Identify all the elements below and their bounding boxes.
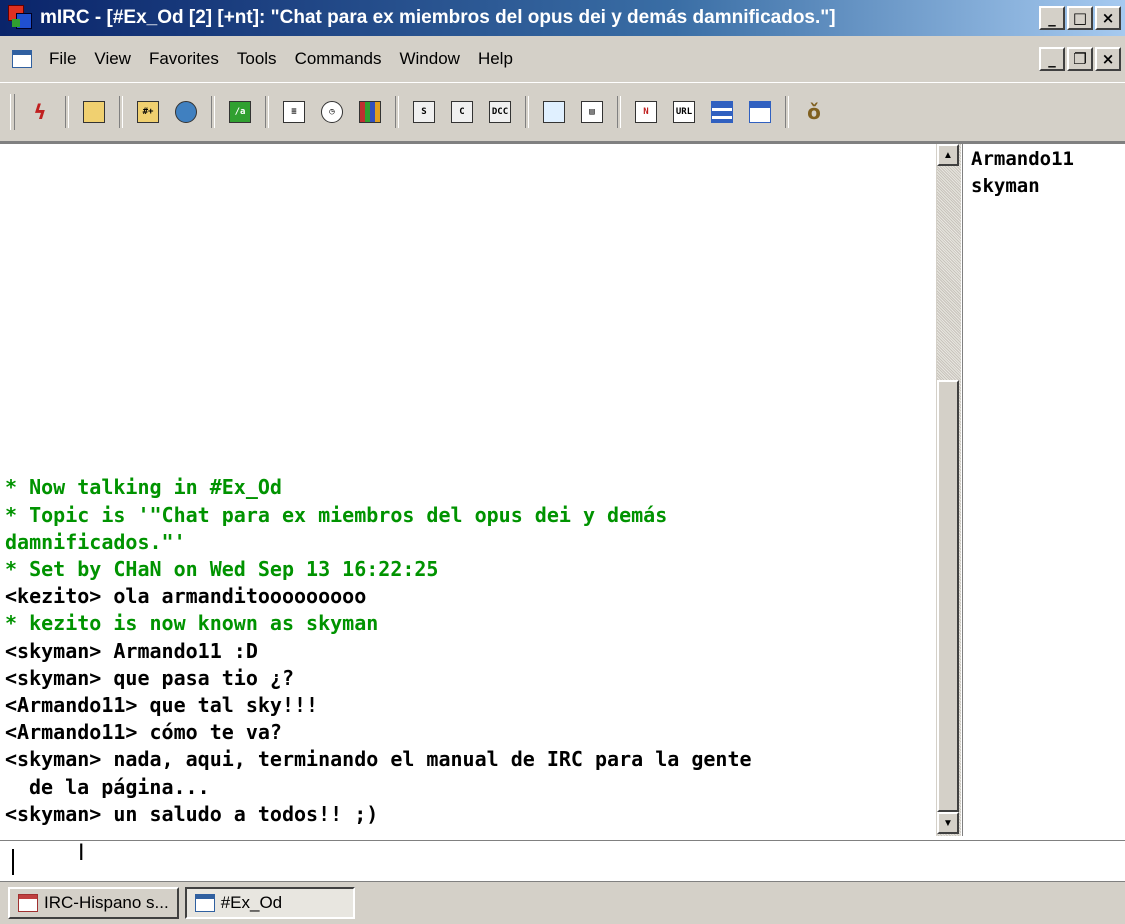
toolbar-separator: [119, 96, 123, 128]
menu-view[interactable]: View: [85, 49, 140, 69]
chat-line: * Now talking in #Ex_Od: [5, 475, 282, 500]
menu-file[interactable]: File: [40, 49, 85, 69]
channel-window-icon: [194, 894, 215, 912]
options-icon[interactable]: [78, 96, 110, 128]
channels-folder-icon[interactable]: #+: [132, 96, 164, 128]
switchbar: IRC-Hispano s... #Ex_Od: [0, 882, 1125, 924]
message-input[interactable]: [10, 847, 1114, 877]
notify-list-icon[interactable]: N: [630, 96, 662, 128]
nick-list[interactable]: Armando11 skyman: [962, 144, 1125, 836]
toolbar-separator: [265, 96, 269, 128]
chat-line: <skyman> un saludo a todos!! ;): [5, 801, 379, 826]
toolbar-grip[interactable]: [10, 94, 15, 130]
status-window-icon: [18, 894, 38, 912]
toolbar-separator: [65, 96, 69, 128]
nick-item[interactable]: skyman: [971, 173, 1125, 200]
timer-icon[interactable]: ◷: [316, 96, 348, 128]
mouse-ibeam-cursor-icon: I: [78, 841, 85, 866]
channel-window: * Now talking in #Ex_Od * Topic is '"Chat…: [0, 142, 1125, 842]
switchbar-status-window[interactable]: IRC-Hispano s...: [8, 887, 179, 919]
scroll-up-button[interactable]: ▲: [937, 144, 959, 166]
log-files-icon[interactable]: ▤: [576, 96, 608, 128]
channel-window-menu-icon[interactable]: [12, 50, 32, 68]
minimize-button[interactable]: _: [1039, 6, 1065, 30]
address-book-icon[interactable]: ≡: [278, 96, 310, 128]
child-minimize-button[interactable]: _: [1039, 47, 1065, 71]
switchbar-channel-window[interactable]: #Ex_Od: [184, 887, 355, 919]
chat-line: <Armando11> cómo te va?: [5, 720, 282, 745]
menu-favorites[interactable]: Favorites: [140, 49, 228, 69]
chat-line: <skyman> nada, aqui, terminando el manua…: [5, 747, 752, 772]
toolbar-separator: [211, 96, 215, 128]
text-caret: [12, 849, 14, 875]
toolbar-separator: [525, 96, 529, 128]
window-title: mIRC - [#Ex_Od [2] [+nt]: "Chat para ex …: [40, 7, 836, 28]
toolbar-separator: [395, 96, 399, 128]
switchbar-label: IRC-Hispano s...: [44, 893, 169, 912]
help-icon[interactable]: ǒ: [798, 96, 830, 128]
maximize-button[interactable]: □: [1067, 6, 1093, 30]
chat-line: <skyman> que pasa tio ¿?: [5, 665, 294, 690]
child-close-button[interactable]: ×: [1095, 47, 1121, 71]
chat-line: damnificados."': [5, 529, 186, 554]
switchbar-label: #Ex_Od: [220, 893, 283, 912]
send-file-icon[interactable]: S: [408, 96, 440, 128]
server-list-icon[interactable]: [170, 96, 202, 128]
chat-line: de la página...: [29, 774, 210, 799]
received-files-icon[interactable]: [538, 96, 570, 128]
chat-line: * Set by CHaN on Wed Sep 13 16:22:25: [5, 556, 439, 581]
tile-horizontal-icon[interactable]: [706, 96, 738, 128]
title-bar[interactable]: mIRC - [#Ex_Od [2] [+nt]: "Chat para ex …: [0, 0, 1125, 36]
colors-icon[interactable]: [354, 96, 386, 128]
chat-line: * Topic is '"Chat para ex miembros del o…: [5, 502, 668, 527]
nick-item[interactable]: Armando11: [971, 146, 1125, 173]
close-button[interactable]: ×: [1095, 6, 1121, 30]
url-list-icon[interactable]: URL: [668, 96, 700, 128]
connect-icon[interactable]: ϟ: [24, 96, 56, 128]
menu-bar: File View Favorites Tools Commands Windo…: [0, 43, 1125, 75]
toolbar-separator: [785, 96, 789, 128]
cascade-icon[interactable]: [744, 96, 776, 128]
menu-window[interactable]: Window: [390, 49, 468, 69]
menu-help[interactable]: Help: [469, 49, 522, 69]
mirc-app-icon[interactable]: [8, 5, 34, 31]
child-restore-button[interactable]: ❐: [1067, 47, 1093, 71]
toolbar-separator: [617, 96, 621, 128]
chat-log[interactable]: * Now talking in #Ex_Od * Topic is '"Chat…: [5, 144, 935, 834]
toolbar: ϟ #+ /a ≡ ◷ S C DCC ▤ N URL ǒ: [0, 82, 1125, 142]
chat-line: <kezito> ola armanditooooooooo: [5, 584, 367, 609]
scripts-editor-icon[interactable]: /a: [224, 96, 256, 128]
menu-tools[interactable]: Tools: [228, 49, 286, 69]
menu-commands[interactable]: Commands: [286, 49, 391, 69]
scroll-down-button[interactable]: ▼: [937, 812, 959, 834]
chat-scrollbar[interactable]: ▲ ▼: [936, 144, 961, 836]
input-bar: I: [0, 840, 1125, 882]
chat-line: * kezito is now known as skyman: [5, 611, 379, 636]
chat-line: <Armando11> que tal sky!!!: [5, 692, 319, 717]
dcc-options-icon[interactable]: DCC: [484, 96, 516, 128]
scroll-thumb[interactable]: [937, 380, 959, 812]
chat-line: <skyman> Armando11 :D: [5, 638, 258, 663]
chat-icon[interactable]: C: [446, 96, 478, 128]
